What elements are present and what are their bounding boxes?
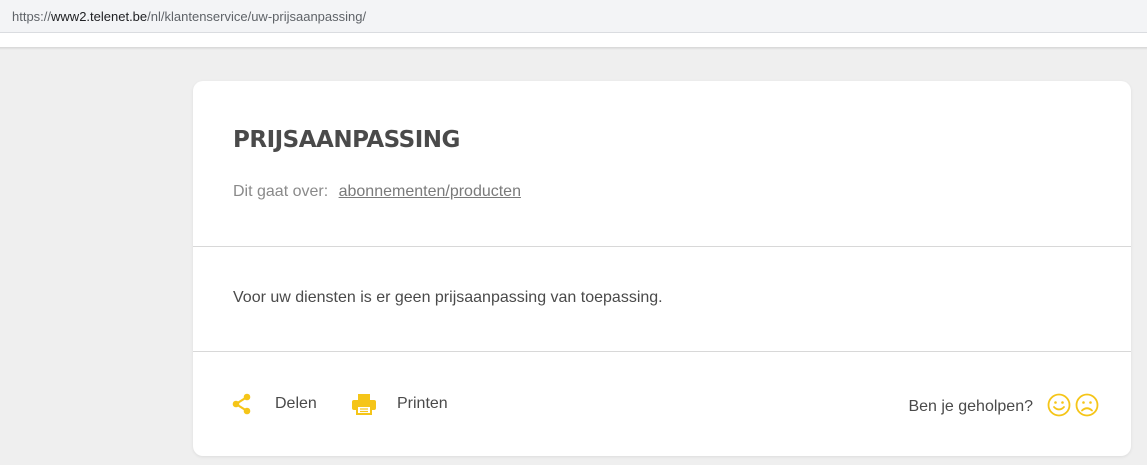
share-button[interactable]: Delen <box>231 393 317 415</box>
article-body: Voor uw diensten is er geen prijsaanpass… <box>233 289 663 306</box>
url-text[interactable]: https://www2.telenet.be/nl/klantenservic… <box>12 9 366 24</box>
divider <box>193 246 1131 247</box>
topic-line: Dit gaat over: abonnementen/producten <box>233 183 521 201</box>
feedback-section: Ben je geholpen? <box>908 393 1099 417</box>
divider <box>193 351 1131 352</box>
printer-icon <box>352 394 376 415</box>
topic-link[interactable]: abonnementen/producten <box>339 183 521 200</box>
smiley-happy-icon[interactable] <box>1047 393 1071 417</box>
share-icon <box>232 393 251 415</box>
smiley-sad-icon[interactable] <box>1075 393 1099 417</box>
url-scheme: https:// <box>12 9 52 24</box>
print-label: Printen <box>397 395 448 412</box>
address-bar[interactable]: https://www2.telenet.be/nl/klantenservic… <box>0 0 1147 33</box>
topic-label: Dit gaat over: <box>233 183 329 200</box>
header-shadow <box>0 47 1147 50</box>
page-title: PRIJSAANPASSING <box>233 127 460 153</box>
print-button[interactable]: Printen <box>351 393 448 415</box>
article-card: PRIJSAANPASSING Dit gaat over: abonnemen… <box>193 81 1131 456</box>
page-header-strip <box>0 33 1147 47</box>
share-label: Delen <box>275 395 317 412</box>
url-host: www2.telenet.be <box>51 9 148 24</box>
feedback-question: Ben je geholpen? <box>908 398 1033 415</box>
url-path: /nl/klantenservice/uw-prijsaanpassing/ <box>147 9 367 24</box>
